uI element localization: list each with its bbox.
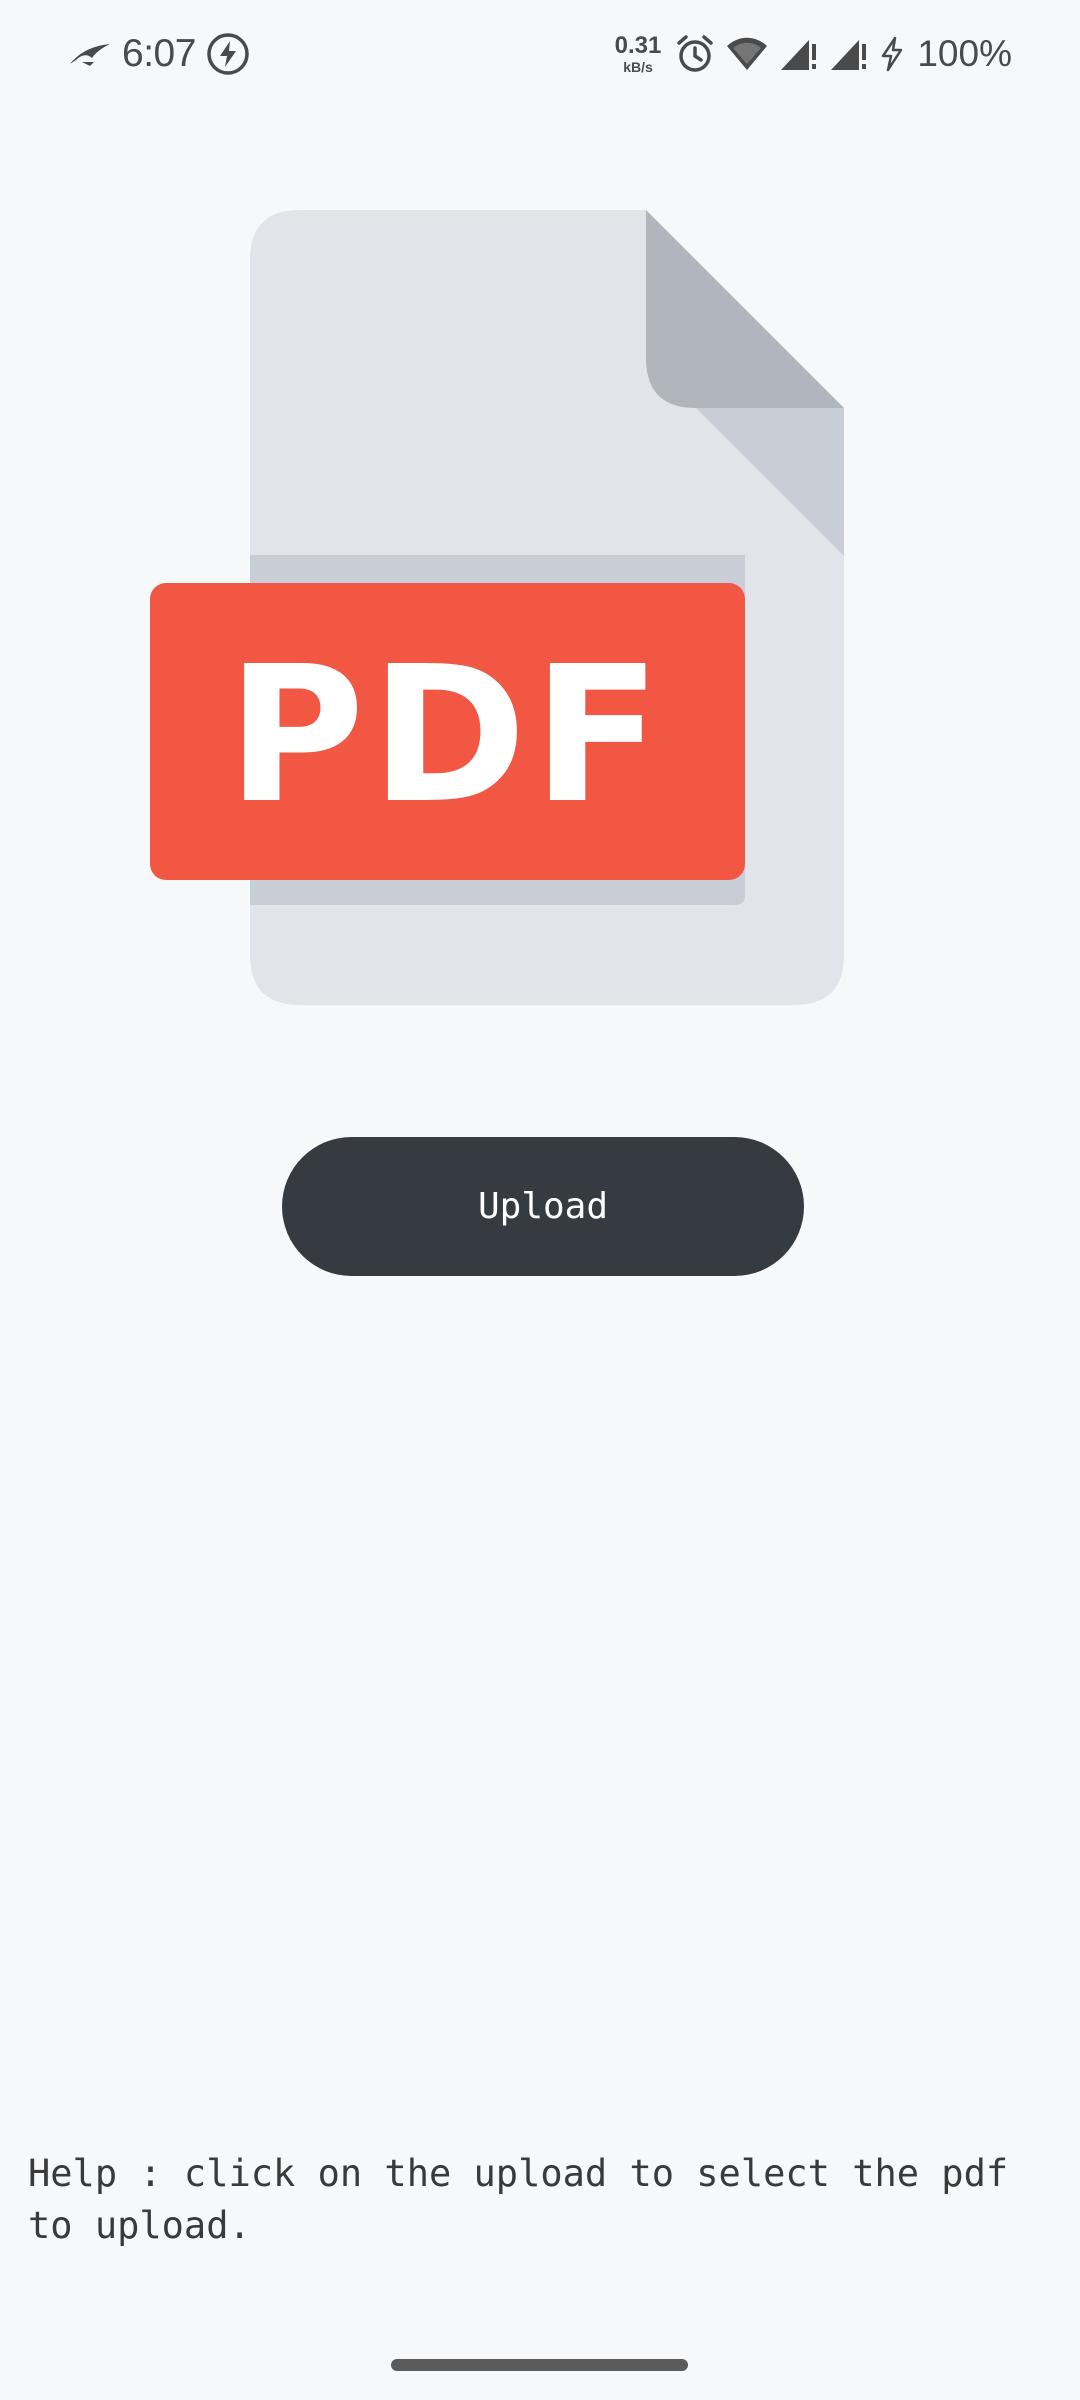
status-time: 6:07 (122, 32, 196, 75)
wifi-icon (725, 36, 769, 72)
battery-percentage: 100% (917, 33, 1012, 74)
pdf-file-icon: PDF (150, 210, 845, 1005)
alarm-icon (675, 34, 715, 74)
status-right: 0.31 kB/s 100% (615, 26, 1012, 82)
help-text: Help : click on the upload to select the… (28, 2152, 1009, 2247)
pdf-badge-text: PDF (227, 626, 667, 845)
upload-button-label: Upload (477, 1186, 609, 1227)
charging-icon (879, 36, 905, 72)
status-left: 6:07 (68, 26, 250, 82)
net-speed-unit: kB/s (623, 59, 653, 75)
home-indicator[interactable] (391, 2359, 688, 2371)
net-speed-value: 0.31 (614, 32, 662, 59)
signal-icon (779, 36, 819, 72)
status-bar: 6:07 0.31 kB/s 100% (0, 0, 1080, 110)
signal-icon (829, 36, 869, 72)
flash-circle-icon (206, 32, 250, 76)
upload-button[interactable]: Upload (282, 1137, 804, 1276)
net-speed: 0.31 kB/s (614, 32, 662, 75)
rog-logo-icon (68, 40, 112, 68)
